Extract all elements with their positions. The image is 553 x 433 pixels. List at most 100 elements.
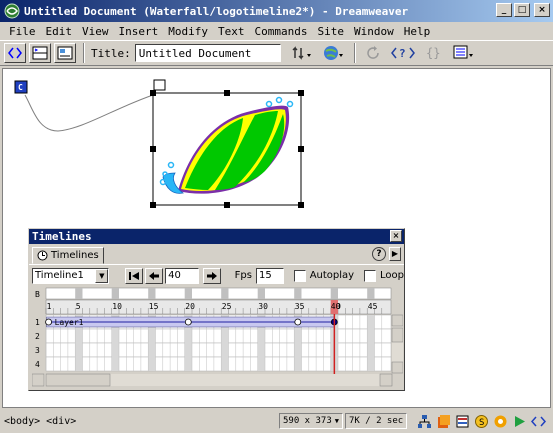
loop-checkbox[interactable]	[364, 269, 376, 282]
svg-text:?: ?	[399, 47, 406, 60]
animation-channel[interactable]	[45, 328, 392, 344]
code-view-button[interactable]	[4, 43, 26, 63]
frame-column-shade	[184, 288, 192, 299]
window-size-dropdown[interactable]: 590 x 373 ▼	[279, 413, 343, 429]
frame-column-shade	[367, 288, 375, 299]
timeline-grid[interactable]: B1234151015202530354045Layer140	[31, 286, 404, 389]
vertical-scrollbar-thumb[interactable]	[391, 327, 404, 343]
horizontal-scrollbar-thumb[interactable]	[45, 373, 111, 387]
autoplay-label: Autoplay	[309, 270, 355, 281]
css-styles-icon[interactable]: S	[474, 414, 489, 429]
preview-browser-button[interactable]	[323, 44, 345, 62]
view-options-button[interactable]	[453, 45, 475, 61]
chevron-down-icon[interactable]: ▼	[95, 268, 109, 283]
back-button[interactable]	[145, 267, 164, 284]
window-size-value: 590 x 373	[283, 416, 332, 426]
reference-icon: ?	[390, 47, 415, 60]
layer-handle[interactable]	[153, 79, 166, 91]
dreamweaver-logo-icon	[4, 3, 20, 19]
keyframe-marker[interactable]	[45, 318, 53, 326]
behavior-row-label: B	[35, 290, 40, 299]
timeline-grid-svg: B1234151015202530354045Layer140	[31, 286, 404, 389]
menu-view[interactable]: View	[77, 25, 114, 38]
keyframe-marker[interactable]	[294, 318, 302, 326]
scroll-down-button[interactable]	[391, 361, 404, 374]
menu-text[interactable]: Text	[213, 25, 250, 38]
minimize-button[interactable]: _	[496, 3, 512, 17]
frame-number-field[interactable]: 40	[165, 267, 199, 284]
tab-timelines-label: Timelines	[51, 250, 99, 261]
file-management-icon	[292, 46, 311, 60]
tag-selector[interactable]: <body> <div>	[4, 416, 76, 427]
channel-number: 2	[35, 332, 40, 341]
timelines-tab-row: Timelines ? ▶	[29, 244, 404, 264]
title-label: Title:	[91, 46, 131, 60]
design-view-icon	[57, 46, 73, 60]
design-view-canvas[interactable]: C Timelines × Timelines ? ▶ Timeline1 ▼ …	[2, 68, 551, 408]
frame-number-label: 25	[222, 302, 232, 311]
menu-edit[interactable]: Edit	[41, 25, 78, 38]
loop-label: Loop	[379, 270, 404, 281]
layer-anchor-icon[interactable]: C	[14, 80, 28, 94]
arrow-right-icon	[206, 271, 217, 280]
animation-channel[interactable]	[45, 356, 392, 372]
help-icon[interactable]: ?	[372, 247, 386, 261]
behaviors-icon[interactable]	[493, 414, 508, 429]
scroll-left-button[interactable]	[31, 373, 45, 387]
menu-insert[interactable]: Insert	[114, 25, 164, 38]
code-view-icon	[8, 47, 22, 59]
html-styles-icon[interactable]	[455, 414, 470, 429]
timeline-select[interactable]: Timeline1 ▼	[32, 267, 110, 284]
file-management-button[interactable]	[291, 44, 313, 62]
window-title: Untitled Document (Waterfall/logotimelin…	[24, 4, 409, 18]
channel-number: 1	[35, 318, 40, 327]
close-button[interactable]: ×	[534, 3, 550, 17]
site-icon[interactable]	[417, 414, 432, 429]
timelines-panel-title-bar[interactable]: Timelines ×	[29, 229, 404, 244]
split-view-icon	[32, 46, 48, 60]
assets-icon[interactable]	[436, 414, 451, 429]
menu-file[interactable]: File	[4, 25, 41, 38]
tab-timelines[interactable]: Timelines	[32, 247, 104, 264]
panel-close-button[interactable]: ×	[390, 230, 402, 242]
frame-number-label: 1	[47, 302, 52, 311]
rewind-button[interactable]	[125, 267, 144, 284]
timelines-panel-title: Timelines	[32, 230, 92, 243]
refresh-icon	[367, 46, 379, 59]
panel-options-menu-button[interactable]: ▶	[389, 247, 401, 261]
download-size: 7K / 2 sec	[345, 413, 408, 429]
toolbar-separator	[353, 43, 356, 63]
autoplay-checkbox[interactable]	[293, 269, 306, 282]
play-forward-button[interactable]	[202, 267, 221, 284]
scroll-up-button[interactable]	[391, 314, 404, 327]
reference-button[interactable]: ?	[390, 45, 415, 61]
code-navigation-button[interactable]: {}	[425, 45, 443, 61]
menu-modify[interactable]: Modify	[163, 25, 213, 38]
menu-site[interactable]: Site	[312, 25, 349, 38]
refresh-button[interactable]	[365, 45, 381, 61]
code-inspector-icon[interactable]	[531, 414, 547, 429]
arrow-left-icon	[149, 271, 160, 280]
menu-window[interactable]: Window	[349, 25, 399, 38]
frame-column-shade	[111, 288, 119, 299]
behavior-channel[interactable]	[45, 287, 392, 300]
frame-column-shade	[148, 288, 156, 299]
frame-number-label: 30	[258, 302, 268, 311]
maximize-button[interactable]: □	[514, 3, 530, 17]
rewind-icon	[129, 271, 140, 280]
menu-help[interactable]: Help	[399, 25, 436, 38]
fps-label: Fps	[234, 270, 252, 281]
design-view-button[interactable]	[54, 43, 76, 63]
keyframe-marker[interactable]	[184, 318, 192, 326]
channel-number: 3	[35, 346, 40, 355]
timelines-icon[interactable]	[512, 414, 527, 429]
menu-bar: File Edit View Insert Modify Text Comman…	[0, 22, 553, 40]
menu-commands[interactable]: Commands	[250, 25, 313, 38]
title-bar: Untitled Document (Waterfall/logotimelin…	[0, 0, 553, 22]
svg-text:{}: {}	[426, 46, 440, 60]
scroll-right-button[interactable]	[379, 373, 393, 387]
animation-channel[interactable]	[45, 342, 392, 358]
document-title-input[interactable]	[134, 44, 281, 62]
split-view-button[interactable]	[29, 43, 51, 63]
fps-field[interactable]: 15	[255, 267, 284, 284]
